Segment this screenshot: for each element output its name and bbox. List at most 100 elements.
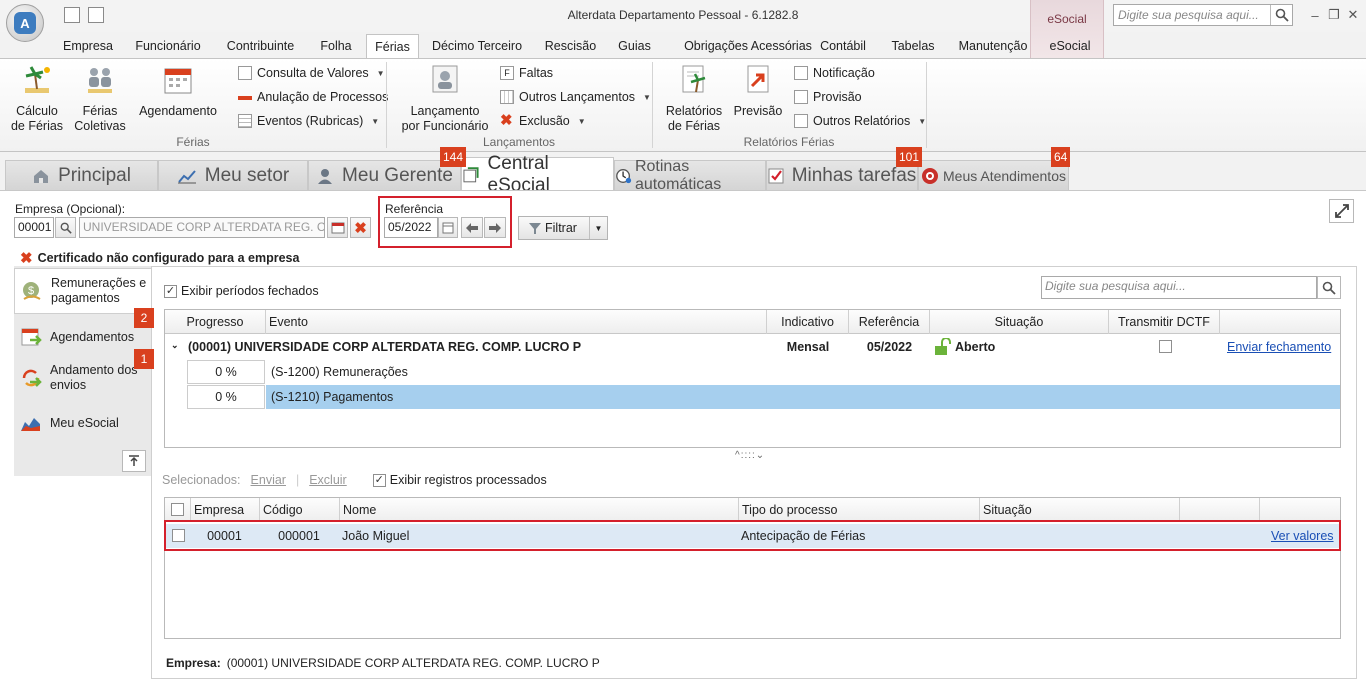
events-search-icon[interactable]: [1317, 276, 1341, 299]
col-codigo[interactable]: Código: [260, 498, 340, 522]
empresa-code-input[interactable]: 00001: [14, 217, 54, 238]
col-transmitir-dctf[interactable]: Transmitir DCTF: [1109, 310, 1220, 334]
menu-tab-tabelas[interactable]: Tabelas: [884, 34, 942, 58]
expand-icon[interactable]: [1329, 199, 1354, 223]
sidebar-item-remuneracoes[interactable]: $ Remunerações e pagamentos: [14, 268, 152, 314]
ribbon-group-lancamentos: Lançamentos: [482, 135, 556, 149]
exibir-processados-checkbox[interactable]: Exibir registros processados: [372, 473, 547, 487]
col-empresa[interactable]: Empresa: [191, 498, 260, 522]
outros-lancamentos-button[interactable]: Outros Lançamentos ▼: [500, 88, 651, 106]
lancamento-funcionario-button[interactable]: Lançamento por Funcionário: [398, 64, 492, 134]
sidebar-item-label: Andamento dos envios: [50, 363, 138, 392]
sidebar-item-andamento[interactable]: Andamento dos envios: [14, 358, 152, 398]
col-evento[interactable]: Evento: [266, 310, 767, 334]
lancamento-label-2: por Funcionário: [401, 119, 489, 133]
referencia-input[interactable]: 05/2022: [384, 217, 438, 238]
splitter-handle[interactable]: ^::::⌄: [735, 450, 765, 461]
menu-tab-obrigacoes[interactable]: Obrigações Acessórias: [666, 34, 830, 58]
col-tipo-processo[interactable]: Tipo do processo: [739, 498, 980, 522]
esocial-icon: [463, 166, 479, 182]
app-menu-button[interactable]: A: [6, 4, 44, 42]
calculo-ferias-button[interactable]: Cálculo de Férias: [8, 64, 66, 134]
menu-tab-funcionario[interactable]: Funcionário: [128, 34, 208, 58]
empresa-name-input[interactable]: UNIVERSIDADE CORP ALTERDATA REG. COMP: [79, 217, 325, 238]
menu-tab-ferias[interactable]: Férias: [366, 34, 419, 60]
events-group-row[interactable]: ⌄ (00001) UNIVERSIDADE CORP ALTERDATA RE…: [165, 335, 1340, 359]
tab-meu-gerente[interactable]: Meu Gerente: [308, 160, 461, 191]
beach-icon: [25, 66, 50, 93]
menu-tab-rescisao[interactable]: Rescisão: [538, 34, 603, 58]
exclusao-button[interactable]: ✖ Exclusão ▼: [500, 112, 586, 130]
tab-minhas-tarefas-label: Minhas tarefas: [791, 165, 917, 186]
excluir-button[interactable]: Excluir: [309, 473, 347, 487]
tab-meu-setor[interactable]: Meu setor: [158, 160, 308, 191]
events-grid: Progresso Evento Indicativo Referência S…: [164, 309, 1341, 448]
footer-label: Empresa:: [166, 656, 221, 670]
empresa-search-icon[interactable]: [55, 217, 76, 238]
menu-tab-decimo-terceiro[interactable]: Décimo Terceiro: [425, 34, 529, 58]
andamento-badge: 1: [134, 349, 154, 369]
sidebar-item-meu-esocial[interactable]: Meu eSocial: [14, 403, 152, 443]
minimize-icon[interactable]: –: [1306, 6, 1324, 24]
consulta-valores-button[interactable]: Consulta de Valores ▼: [238, 64, 385, 82]
notificacao-button[interactable]: Notificação: [794, 64, 875, 82]
col-progresso[interactable]: Progresso: [165, 310, 266, 334]
event-row[interactable]: 0 % (S-1200) Remunerações: [165, 360, 1340, 384]
col-referencia[interactable]: Referência: [849, 310, 930, 334]
menu-tab-contribuinte[interactable]: Contribuinte: [218, 34, 303, 58]
calculo-label-2: de Férias: [10, 119, 64, 133]
tab-meus-atendimentos[interactable]: Meus Atendimentos: [918, 160, 1069, 191]
faltas-button[interactable]: F Faltas: [500, 64, 553, 82]
enviar-fechamento-link[interactable]: Enviar fechamento: [1227, 340, 1331, 354]
clear-empresa-icon[interactable]: ✖: [350, 217, 371, 238]
col-situacao[interactable]: Situação: [930, 310, 1109, 334]
menu-tab-folha[interactable]: Folha: [312, 34, 360, 58]
close-icon[interactable]: ✕: [1344, 6, 1362, 24]
menu-tab-contabil[interactable]: Contábil: [812, 34, 874, 58]
tab-principal[interactable]: Principal: [5, 160, 158, 191]
exibir-fechados-checkbox[interactable]: Exibir períodos fechados: [164, 284, 319, 298]
next-arrow-icon[interactable]: [484, 217, 506, 238]
tab-central-esocial[interactable]: Central eSocial: [461, 153, 614, 196]
dctf-checkbox[interactable]: [1159, 340, 1172, 353]
scroll-top-icon[interactable]: [122, 450, 146, 472]
global-search-input[interactable]: Digite sua pesquisa aqui...: [1113, 4, 1293, 26]
selecionados-label: Selecionados:: [162, 473, 241, 487]
menu-tab-manutencao[interactable]: Manutenção: [951, 34, 1035, 58]
ferias-coletivas-button[interactable]: Férias Coletivas: [72, 64, 128, 134]
lancamento-label-1: Lançamento: [410, 104, 480, 118]
event-row-selected[interactable]: 0 % (S-1210) Pagamentos: [165, 385, 1340, 409]
enviar-button[interactable]: Enviar: [251, 473, 286, 487]
menu-tab-empresa[interactable]: Empresa: [58, 34, 118, 58]
search-icon[interactable]: [1270, 5, 1292, 25]
record-row-highlight: [164, 520, 1341, 551]
chart-icon: [177, 170, 196, 184]
col-indicativo[interactable]: Indicativo: [767, 310, 849, 334]
col-nome[interactable]: Nome: [340, 498, 739, 522]
sidebar-item-agendamentos[interactable]: Agendamentos: [14, 318, 152, 356]
eventos-rubricas-button[interactable]: Eventos (Rubricas) ▼: [238, 112, 379, 130]
outros-relatorios-button[interactable]: Outros Relatórios ▼: [794, 112, 926, 130]
previous-arrow-icon[interactable]: [461, 217, 483, 238]
meu-gerente-badge: 144: [440, 147, 467, 167]
delete-icon: ✖: [500, 112, 513, 129]
referencia-calendar-icon[interactable]: [438, 217, 458, 238]
evento-cell: (S-1210) Pagamentos: [271, 390, 394, 404]
menu-tab-guias[interactable]: Guias: [612, 34, 657, 58]
anulacao-processos-button[interactable]: Anulação de Processos: [238, 88, 388, 106]
provisao-button[interactable]: Provisão: [794, 88, 862, 106]
events-search-input[interactable]: Digite sua pesquisa aqui...: [1041, 276, 1317, 299]
relatorios-ferias-button[interactable]: Relatórios de Férias: [662, 64, 726, 134]
tab-rotinas-automaticas[interactable]: Rotinas automáticas: [614, 158, 766, 193]
menu-tab-esocial[interactable]: eSocial: [1040, 34, 1100, 58]
restore-icon[interactable]: ❐: [1325, 6, 1343, 24]
previsao-button[interactable]: Previsão: [732, 64, 784, 119]
filtrar-button[interactable]: Filtrar ▼: [518, 216, 608, 240]
col-select-all[interactable]: [165, 498, 191, 522]
referencia-label: Referência: [385, 202, 444, 216]
col-situacao[interactable]: Situação: [980, 498, 1180, 522]
calendar-table-icon[interactable]: [327, 217, 348, 238]
events-grid-header: Progresso Evento Indicativo Referência S…: [165, 310, 1340, 334]
agendamento-button[interactable]: Agendamento: [136, 64, 220, 119]
support-icon: [922, 168, 939, 184]
